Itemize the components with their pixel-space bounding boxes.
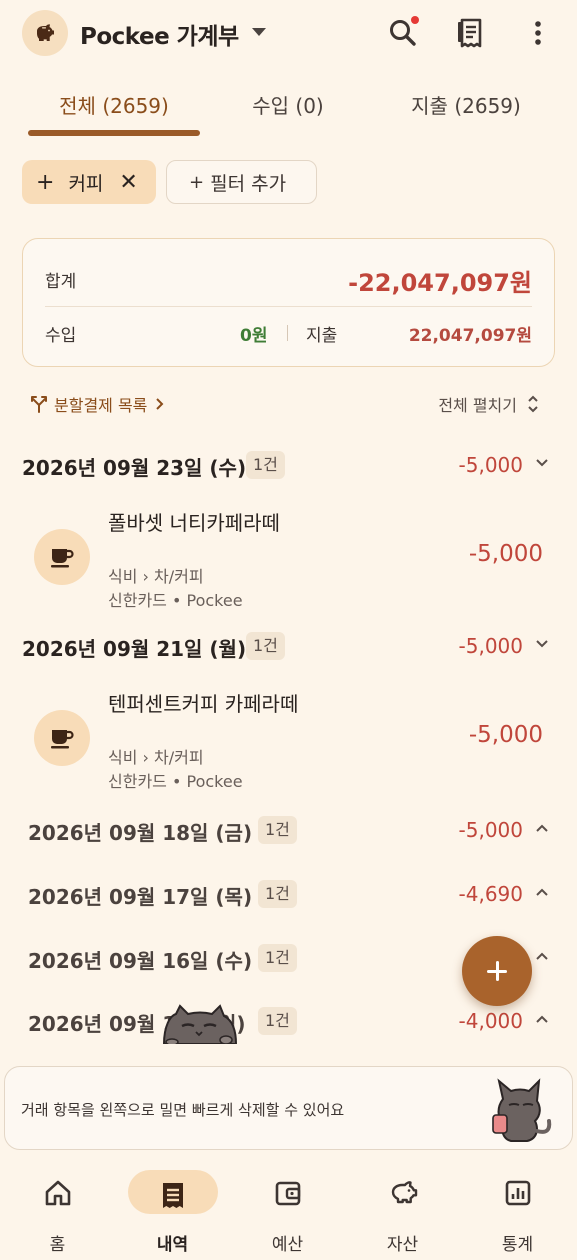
count-badge: 1건 (258, 944, 297, 972)
close-icon[interactable]: ✕ (119, 170, 137, 195)
date-amount: -5,000 (458, 634, 523, 658)
total-value: -22,047,097원 (348, 269, 532, 297)
filter-chip-label: 커피 (68, 172, 104, 195)
notification-dot (411, 16, 419, 24)
tip-text: 거래 항목을 왼쪽으로 밀면 빠르게 삭제할 수 있어요 (21, 1101, 345, 1119)
piggy-logo-icon[interactable] (22, 10, 68, 56)
plus-icon: + (189, 171, 205, 193)
date-amount: -4,690 (458, 882, 523, 906)
date-label: 2026년 09월 21일 (월) (22, 637, 247, 661)
date-label: 2026년 09월 17일 (목) (28, 885, 253, 909)
chevron-right-icon (156, 398, 164, 410)
count-badge: 1건 (258, 1007, 297, 1035)
nav-home[interactable]: 홈 (0, 1160, 115, 1260)
transaction-amount: -5,000 (468, 722, 543, 748)
tab-all[interactable]: 전체 (2659) (18, 90, 210, 119)
split-payments-link[interactable]: 분할결제 목록 (30, 392, 165, 416)
income-value: 0원 (240, 326, 268, 346)
transaction-amount: -5,000 (468, 541, 543, 567)
date-group-header[interactable]: 2026년 09월 21일 (월) 1건 -5,000 (0, 627, 577, 667)
expense-label: 지출 (306, 326, 338, 346)
transaction-row[interactable]: 폴바셋 너티카페라떼 식비 › 차/커피 신한카드 • Pockee -5,00… (0, 507, 577, 617)
transaction-category: 식비 › 차/커피 (108, 748, 204, 767)
date-group-header[interactable]: 2026년 09월 23일 (수) 1건 -5,000 (0, 446, 577, 486)
add-filter-label: 필터 추가 (210, 172, 287, 195)
unfold-icon (528, 395, 538, 413)
nav-stats[interactable]: 통계 (460, 1160, 575, 1260)
receipt-icon[interactable] (454, 16, 488, 50)
transaction-name: 폴바셋 너티카페라떼 (108, 511, 280, 535)
more-vert-icon[interactable] (522, 16, 556, 50)
expand-all-button[interactable]: 전체 펼치기 (438, 392, 539, 416)
date-amount: -4,000 (458, 1009, 523, 1033)
count-badge: 1건 (246, 632, 285, 660)
nav-label: 내역 (156, 1235, 189, 1255)
split-icon (31, 396, 47, 413)
add-filter-button[interactable]: + 필터 추가 (166, 160, 317, 204)
add-transaction-fab[interactable] (462, 936, 532, 1006)
plus-icon: + (36, 169, 55, 195)
nav-label: 자산 (386, 1235, 419, 1255)
date-amount: -5,000 (458, 453, 523, 477)
divider (287, 325, 288, 341)
wallet-icon (275, 1181, 301, 1206)
chevron-up-icon (536, 952, 548, 960)
nav-label: 홈 (49, 1235, 66, 1255)
nav-history[interactable]: 내역 (115, 1160, 230, 1260)
tab-income[interactable]: 수입 (0) (192, 90, 384, 119)
chevron-down-icon (536, 640, 548, 648)
transaction-category: 식비 › 차/커피 (108, 567, 204, 586)
chevron-down-icon (536, 459, 548, 467)
expand-all-label: 전체 펼치기 (438, 396, 517, 415)
type-tabs: 전체 (2659) 수입 (0) 지출 (2659) (0, 72, 577, 138)
app-title[interactable]: Pockee 가계부 (80, 17, 239, 51)
date-group-header[interactable]: 2026년 09월 1 일) 1건 -4,000 (0, 1002, 577, 1042)
date-label: 2026년 09월 18일 (금) (28, 821, 253, 845)
count-badge: 1건 (258, 880, 297, 908)
cat-mascot-icon (492, 1078, 552, 1142)
app-header: Pockee 가계부 (0, 0, 577, 66)
income-label: 수입 (45, 326, 77, 346)
chevron-down-icon[interactable] (252, 28, 266, 36)
chart-icon (505, 1180, 531, 1206)
total-label: 합계 (45, 272, 77, 292)
date-group-header[interactable]: 2026년 09월 17일 (목) 1건 -4,690 (0, 875, 577, 915)
summary-card: 합계 -22,047,097원 수입 0원 지출 22,047,097원 (22, 238, 555, 367)
split-payments-label: 분할결제 목록 (54, 396, 148, 415)
count-badge: 1건 (246, 451, 285, 479)
nav-assets[interactable]: 자산 (345, 1160, 460, 1260)
chevron-up-icon (536, 824, 548, 832)
coffee-icon (34, 710, 90, 766)
chevron-up-icon (536, 1015, 548, 1023)
nav-label: 통계 (501, 1235, 534, 1255)
nav-label: 예산 (271, 1235, 304, 1255)
cat-mascot-icon (162, 1004, 238, 1044)
divider (45, 306, 532, 307)
tip-banner[interactable]: 거래 항목을 왼쪽으로 밀면 빠르게 삭제할 수 있어요 (4, 1066, 573, 1150)
bottom-nav: 홈 내역 예산 자산 통계 (0, 1160, 577, 1260)
date-amount: -5,000 (458, 818, 523, 842)
transaction-name: 텐퍼센트커피 카페라떼 (108, 692, 299, 716)
chevron-up-icon (536, 888, 548, 896)
tab-expense[interactable]: 지출 (2659) (370, 90, 562, 119)
date-label: 2026년 09월 23일 (수) (22, 456, 247, 480)
transaction-row[interactable]: 텐퍼센트커피 카페라떼 식비 › 차/커피 신한카드 • Pockee -5,0… (0, 688, 577, 798)
transaction-source: 신한카드 • Pockee (108, 772, 243, 791)
piggy-bank-icon (391, 1181, 418, 1204)
date-group-header[interactable]: 2026년 09월 18일 (금) 1건 -5,000 (0, 811, 577, 851)
date-label: 2026년 09월 1 (28, 1012, 177, 1036)
filter-chip-coffee[interactable]: + 커피 ✕ (22, 160, 156, 204)
expense-value: 22,047,097원 (408, 326, 532, 346)
coffee-icon (34, 529, 90, 585)
count-badge: 1건 (258, 816, 297, 844)
nav-budget[interactable]: 예산 (230, 1160, 345, 1260)
date-label: 2026년 09월 16일 (수) (28, 949, 253, 973)
home-icon (45, 1180, 71, 1206)
transaction-source: 신한카드 • Pockee (108, 591, 243, 610)
receipt-list-icon (163, 1183, 183, 1208)
tab-indicator (28, 130, 200, 136)
